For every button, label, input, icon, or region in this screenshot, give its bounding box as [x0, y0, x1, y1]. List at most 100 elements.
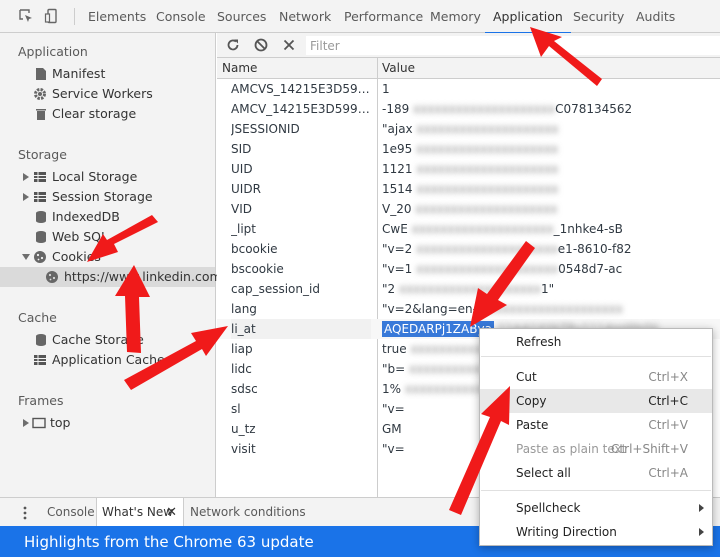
- menu-item-paste[interactable]: Paste Ctrl+V: [480, 413, 712, 437]
- delete-selected-icon[interactable]: [281, 37, 297, 53]
- filter-input[interactable]: [306, 36, 720, 55]
- table-row[interactable]: UIDR 1514 xxxxxxxxxxxxxxxxxxxx: [217, 179, 720, 199]
- cookie-name-cell[interactable]: SID: [231, 139, 371, 159]
- table-row[interactable]: VID V_20 xxxxxxxxxxxxxxxxxxxx: [217, 199, 720, 219]
- cookie-name-cell[interactable]: bcookie: [231, 239, 371, 259]
- cookie-value-text: "2: [382, 282, 396, 296]
- sidebar-item-application-cache[interactable]: Application Cache: [0, 350, 215, 370]
- collapse-arrow-icon[interactable]: [22, 254, 30, 260]
- table-row[interactable]: AMCV_14215E3D5995C5... -189 xxxxxxxxxxxxx…: [217, 99, 720, 119]
- cookie-name-cell[interactable]: UID: [231, 159, 371, 179]
- table-row[interactable]: bcookie "v=2 xxxxxxxxxxxxxxxxxxxxe1-8610-…: [217, 239, 720, 259]
- table-row[interactable]: bscookie "v=1 xxxxxxxxxxxxxxxxxxxx0548d7-…: [217, 259, 720, 279]
- sidebar-item-label: Web SQL: [52, 229, 108, 244]
- tab-memory[interactable]: Memory: [430, 0, 481, 33]
- submenu-arrow-icon: [699, 504, 704, 512]
- tab-performance[interactable]: Performance: [344, 0, 423, 33]
- device-toolbar-icon[interactable]: [44, 8, 60, 24]
- cookie-value-cell[interactable]: "ajax xxxxxxxxxxxxxxxxxxxx: [382, 119, 718, 139]
- table-row[interactable]: cap_session_id "2 xxxxxxxxxxxxxxxxxxxx1": [217, 279, 720, 299]
- cookie-value-cell[interactable]: CwE xxxxxxxxxxxxxxxxxxxx_1nhke4-sB: [382, 219, 718, 239]
- redacted-value: xxxxxxxxxxxxxxxxxxxx: [476, 302, 623, 316]
- close-tab-icon[interactable]: ✕: [166, 498, 177, 527]
- menu-label: Cut: [516, 370, 537, 384]
- cookie-name-cell[interactable]: liap: [231, 339, 371, 359]
- expand-arrow-icon[interactable]: [23, 173, 29, 181]
- sidebar-item-session-storage[interactable]: Session Storage: [0, 187, 215, 207]
- table-row[interactable]: lang "v=2&lang=en- xxxxxxxxxxxxxxxxxxxx: [217, 299, 720, 319]
- column-header-name[interactable]: Name: [222, 58, 257, 79]
- cookie-value-text: "v=: [382, 402, 405, 416]
- cookie-name-cell[interactable]: AMCV_14215E3D5995C5...: [231, 99, 371, 119]
- menu-item-refresh[interactable]: Refresh: [480, 330, 712, 354]
- cookie-value-text: AQEDARPj1ZABya: [382, 321, 494, 337]
- cookie-name-cell[interactable]: li_at: [231, 319, 371, 339]
- sidebar-item-cookie-origin[interactable]: https://www.linkedin.com: [0, 267, 222, 287]
- cookie-name-cell[interactable]: visit: [231, 439, 371, 459]
- sidebar-item-top-frame[interactable]: top: [0, 413, 215, 433]
- cookie-name-cell[interactable]: u_tz: [231, 419, 371, 439]
- sidebar-item-clear-storage[interactable]: Clear storage: [0, 104, 215, 124]
- cookie-name-cell[interactable]: sl: [231, 399, 371, 419]
- table-row[interactable]: UID 1121 xxxxxxxxxxxxxxxxxxxx: [217, 159, 720, 179]
- drawer-tab-network-conditions[interactable]: Network conditions: [190, 498, 306, 527]
- cookie-value-cell[interactable]: 1e95 xxxxxxxxxxxxxxxxxxxx: [382, 139, 718, 159]
- refresh-icon[interactable]: [225, 37, 241, 53]
- cookie-icon: [34, 251, 46, 263]
- menu-item-copy[interactable]: Copy Ctrl+C: [480, 389, 712, 413]
- cookie-value-cell[interactable]: "2 xxxxxxxxxxxxxxxxxxxx1": [382, 279, 718, 299]
- cookie-name-cell[interactable]: lang: [231, 299, 371, 319]
- cookie-name-cell[interactable]: _lipt: [231, 219, 371, 239]
- tab-elements[interactable]: Elements: [88, 0, 146, 33]
- cookie-value-cell[interactable]: 1514 xxxxxxxxxxxxxxxxxxxx: [382, 179, 718, 199]
- menu-item-writing-direction[interactable]: Writing Direction: [480, 520, 712, 544]
- sidebar-item-cookies[interactable]: Cookies: [0, 247, 215, 267]
- cookie-name-cell[interactable]: lidc: [231, 359, 371, 379]
- sidebar-item-manifest[interactable]: Manifest: [0, 64, 215, 84]
- drawer-tab-label: What's New: [102, 505, 174, 519]
- sidebar-item-local-storage[interactable]: Local Storage: [0, 167, 215, 187]
- menu-item-paste-plain-text[interactable]: Paste as plain text Ctrl+Shift+V: [480, 437, 712, 461]
- cookie-value-cell[interactable]: -189 xxxxxxxxxxxxxxxxxxxxC078134562: [382, 99, 718, 119]
- tab-sources[interactable]: Sources: [217, 0, 266, 33]
- tab-audits[interactable]: Audits: [636, 0, 675, 33]
- tab-application[interactable]: Application: [485, 0, 571, 34]
- table-row[interactable]: SID 1e95 xxxxxxxxxxxxxxxxxxxx: [217, 139, 720, 159]
- redacted-value: xxxxxxxxxxxxxxxxxxxx: [395, 282, 542, 296]
- cookie-value-cell[interactable]: "v=2&lang=en- xxxxxxxxxxxxxxxxxxxx: [382, 299, 718, 319]
- cookie-name-cell[interactable]: sdsc: [231, 379, 371, 399]
- clear-all-icon[interactable]: [253, 37, 269, 53]
- inspect-element-icon[interactable]: [18, 8, 34, 24]
- tab-security[interactable]: Security: [573, 0, 624, 33]
- column-header-value[interactable]: Value: [382, 58, 415, 79]
- cookie-value-cell[interactable]: 1: [382, 79, 718, 99]
- sidebar-item-service-workers[interactable]: Service Workers: [0, 84, 215, 104]
- tab-network[interactable]: Network: [279, 0, 331, 33]
- table-row[interactable]: AMCVS_14215E3D5995C... 1: [217, 79, 720, 99]
- cookie-name-cell[interactable]: AMCVS_14215E3D5995C...: [231, 79, 371, 99]
- expand-arrow-icon[interactable]: [23, 419, 29, 427]
- cookie-value-cell[interactable]: V_20 xxxxxxxxxxxxxxxxxxxx: [382, 199, 718, 219]
- table-row[interactable]: JSESSIONID "ajax xxxxxxxxxxxxxxxxxxxx: [217, 119, 720, 139]
- cookie-name-cell[interactable]: JSESSIONID: [231, 119, 371, 139]
- cookie-name-cell[interactable]: VID: [231, 199, 371, 219]
- cookie-name-cell[interactable]: bscookie: [231, 259, 371, 279]
- cookie-value-cell[interactable]: "v=1 xxxxxxxxxxxxxxxxxxxx0548d7-ac: [382, 259, 718, 279]
- table-row[interactable]: _lipt CwE xxxxxxxxxxxxxxxxxxxx_1nhke4-sB: [217, 219, 720, 239]
- cookie-name-cell[interactable]: UIDR: [231, 179, 371, 199]
- sidebar-item-indexeddb[interactable]: IndexedDB: [0, 207, 215, 227]
- drawer-menu-icon[interactable]: [22, 506, 28, 520]
- sidebar-item-cache-storage[interactable]: Cache Storage: [0, 330, 215, 350]
- cookie-name-cell[interactable]: cap_session_id: [231, 279, 371, 299]
- cookie-value-cell[interactable]: "v=2 xxxxxxxxxxxxxxxxxxxxe1-8610-f82: [382, 239, 718, 259]
- menu-item-cut[interactable]: Cut Ctrl+X: [480, 365, 712, 389]
- expand-arrow-icon[interactable]: [23, 193, 29, 201]
- menu-item-spellcheck[interactable]: Spellcheck: [480, 496, 712, 520]
- sidebar-item-web-sql[interactable]: Web SQL: [0, 227, 215, 247]
- menu-label: Spellcheck: [516, 501, 581, 515]
- tab-console[interactable]: Console: [156, 0, 206, 33]
- cookie-value-cell[interactable]: 1121 xxxxxxxxxxxxxxxxxxxx: [382, 159, 718, 179]
- menu-item-select-all[interactable]: Select all Ctrl+A: [480, 461, 712, 485]
- drawer-tab-console[interactable]: Console: [47, 498, 95, 527]
- drawer-tab-whats-new[interactable]: What's New ✕: [96, 498, 184, 528]
